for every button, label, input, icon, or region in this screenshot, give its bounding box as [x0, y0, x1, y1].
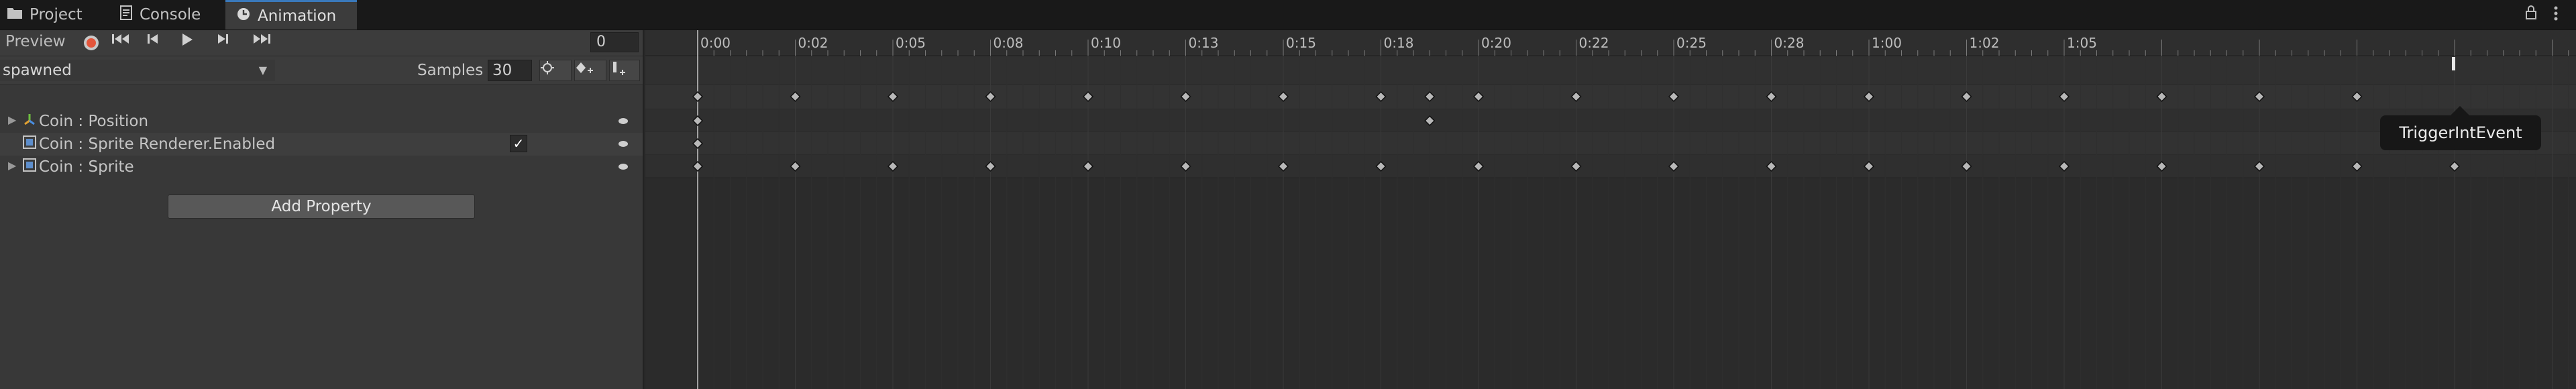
- property-row-enabled[interactable]: Coin : Sprite Renderer.Enabled ✓: [0, 133, 643, 156]
- ruler-label: 1:05: [2067, 35, 2097, 51]
- first-keyframe-button[interactable]: [111, 33, 138, 53]
- preview-toggle[interactable]: Preview: [5, 33, 66, 50]
- property-row-sprite[interactable]: ▶ Coin : Sprite: [0, 156, 643, 178]
- property-row-position[interactable]: ▶ Coin : Position: [0, 110, 643, 133]
- console-icon: [119, 5, 133, 24]
- playback-toolbar: Preview 0: [0, 30, 643, 56]
- animation-window: Project Console Animation Preview 0 spaw…: [0, 0, 2576, 389]
- folder-icon: [7, 6, 23, 23]
- clip-row: spawned ▼ Samples 30: [0, 56, 643, 85]
- property-label: Coin : Sprite Renderer.Enabled: [39, 135, 276, 153]
- skip-start-icon: [112, 34, 129, 44]
- ruler-label: 0:18: [1384, 35, 1414, 51]
- add-property-button[interactable]: Add Property: [168, 194, 475, 219]
- crosshair-icon: [541, 61, 554, 74]
- ruler-label: 1:00: [1872, 35, 1902, 51]
- event-tooltip: TriggerIntEvent: [2380, 106, 2541, 150]
- tab-project[interactable]: Project: [7, 0, 107, 30]
- clip-dropdown-value: spawned: [3, 62, 72, 79]
- tab-console[interactable]: Console: [119, 0, 220, 30]
- ruler-label: 1:02: [1970, 35, 2000, 51]
- property-label: Coin : Sprite: [39, 158, 134, 176]
- property-options-icon[interactable]: [619, 164, 628, 170]
- samples-field[interactable]: 30: [488, 60, 532, 81]
- samples-label: Samples: [417, 62, 484, 79]
- add-event-icon: [613, 62, 625, 75]
- tab-animation[interactable]: Animation: [225, 0, 357, 30]
- ruler-label: 0:22: [1579, 35, 1609, 51]
- ruler-label: 0:02: [798, 35, 828, 51]
- dropdown-arrow-icon: ▼: [258, 64, 267, 76]
- ruler-label: 0:20: [1481, 35, 1511, 51]
- previous-keyframe-button[interactable]: [146, 33, 173, 53]
- event-lane: [645, 56, 2576, 85]
- tab-project-label: Project: [30, 6, 83, 23]
- property-label: Coin : Position: [39, 113, 149, 130]
- skip-end-icon: [254, 34, 270, 44]
- record-icon: [84, 36, 99, 50]
- next-keyframe-button[interactable]: [216, 33, 243, 53]
- snap-button[interactable]: [539, 60, 572, 81]
- property-options-icon[interactable]: [619, 141, 628, 147]
- enabled-checkbox[interactable]: ✓: [510, 135, 527, 152]
- sprite-track: [645, 155, 2576, 178]
- current-frame-field[interactable]: 0: [590, 32, 639, 52]
- tab-console-label: Console: [140, 6, 201, 23]
- ruler-label: 0:28: [1774, 35, 1805, 51]
- position-track: [645, 109, 2576, 132]
- tab-bar: Project Console Animation: [0, 0, 2576, 30]
- ruler-label: 0:08: [994, 35, 1024, 51]
- foldout-arrow-icon[interactable]: ▶: [8, 159, 16, 172]
- ruler-label: 0:13: [1189, 35, 1219, 51]
- last-keyframe-button[interactable]: [251, 33, 278, 53]
- add-keyframe-icon: [576, 62, 593, 73]
- step-back-icon: [148, 34, 158, 44]
- foldout-arrow-icon[interactable]: ▶: [8, 113, 16, 126]
- add-keyframe-button[interactable]: [574, 60, 606, 81]
- enabled-track: [645, 132, 2576, 155]
- play-icon: [182, 34, 193, 46]
- summary-track: [645, 85, 2576, 109]
- animation-event-marker: [2452, 57, 2455, 70]
- record-button[interactable]: [78, 33, 105, 53]
- play-button[interactable]: [181, 33, 208, 53]
- clock-icon: [236, 7, 251, 25]
- property-options-icon[interactable]: [619, 118, 628, 124]
- dopesheet-canvas[interactable]: 0:00 0:02 0:05 0:08 0:10 0:13 0:15 0:18 0:20 0:22…: [645, 30, 2576, 389]
- ruler-label: 0:10: [1091, 35, 1121, 51]
- ruler-label: 0:05: [896, 35, 926, 51]
- ruler-label: 0:00: [700, 35, 731, 51]
- tab-animation-label: Animation: [258, 7, 337, 25]
- ruler-label: 0:25: [1676, 35, 1707, 51]
- step-forward-icon: [218, 34, 228, 44]
- timeline[interactable]: 0:00 0:02 0:05 0:08 0:10 0:13 0:15 0:18 0:20 0:22…: [645, 30, 2576, 389]
- clip-dropdown[interactable]: spawned ▼: [0, 60, 275, 81]
- property-panel: Preview 0 spawned ▼ Samples 30 ▶ Coin: …: [0, 30, 644, 389]
- add-event-button[interactable]: [609, 60, 640, 81]
- time-ruler: [645, 30, 2576, 56]
- ruler-label: 0:15: [1286, 35, 1316, 51]
